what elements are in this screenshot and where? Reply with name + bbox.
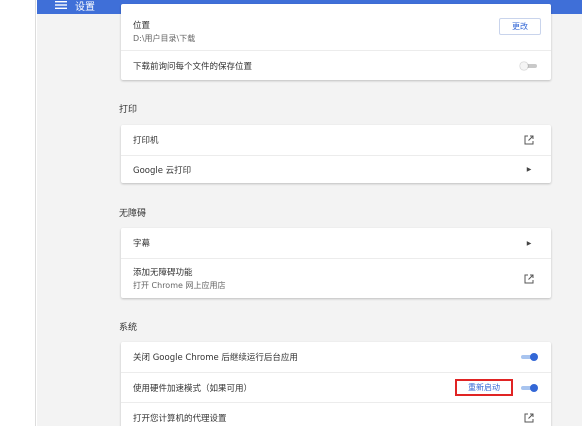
proxy-settings-label: 打开您计算机的代理设置 bbox=[133, 413, 227, 424]
chevron-right-icon: ▶ bbox=[526, 239, 532, 247]
chevron-right-icon: ▶ bbox=[526, 166, 532, 173]
printer-row[interactable]: 打印机 bbox=[121, 125, 551, 155]
change-location-button[interactable]: 更改 bbox=[499, 18, 541, 35]
system-card: 关闭 Google Chrome 后继续运行后台应用 使用硬件加速模式（如果可用… bbox=[121, 342, 551, 426]
download-location-row: 位置 D:\用户目录\下载 更改 bbox=[121, 4, 551, 50]
hardware-acceleration-row[interactable]: 使用硬件加速模式（如果可用） 重新启动 bbox=[121, 372, 551, 402]
accessibility-section-title: 无障碍 bbox=[119, 209, 147, 219]
cloud-print-row[interactable]: Google 云打印 ▶ bbox=[121, 155, 551, 183]
download-location-label: 位置 bbox=[133, 20, 151, 31]
external-link-icon[interactable] bbox=[524, 135, 534, 145]
menu-icon[interactable] bbox=[55, 0, 67, 10]
page-title: 设置 bbox=[75, 1, 95, 13]
download-card: 位置 D:\用户目录\下载 更改 下载前询问每个文件的保存位置 bbox=[121, 4, 551, 80]
add-accessibility-row[interactable]: 添加无障碍功能 打开 Chrome 网上应用店 bbox=[121, 258, 551, 298]
download-location-path: D:\用户目录\下载 bbox=[133, 33, 196, 43]
print-card: 打印机 Google 云打印 ▶ bbox=[121, 125, 551, 183]
print-section-title: 打印 bbox=[119, 105, 138, 115]
accessibility-card: 字幕 ▶ 添加无障碍功能 打开 Chrome 网上应用店 bbox=[121, 228, 551, 298]
relaunch-button[interactable]: 重新启动 bbox=[455, 379, 513, 396]
printer-label: 打印机 bbox=[133, 136, 159, 146]
ask-save-location-row[interactable]: 下载前询问每个文件的保存位置 bbox=[121, 50, 551, 80]
add-accessibility-sub: 打开 Chrome 网上应用店 bbox=[133, 281, 226, 290]
captions-row[interactable]: 字幕 ▶ bbox=[121, 228, 551, 258]
background-apps-toggle[interactable] bbox=[520, 353, 538, 361]
settings-main: 位置 D:\用户目录\下载 更改 下载前询问每个文件的保存位置 打印 打印机 G… bbox=[37, 4, 582, 426]
background-apps-label: 关闭 Google Chrome 后继续运行后台应用 bbox=[133, 353, 298, 363]
hardware-acceleration-toggle[interactable] bbox=[520, 383, 538, 392]
left-panel bbox=[0, 0, 36, 426]
cloud-print-label: Google 云打印 bbox=[133, 165, 192, 176]
captions-label: 字幕 bbox=[133, 239, 151, 249]
external-link-icon[interactable] bbox=[524, 274, 534, 284]
ask-save-location-toggle[interactable] bbox=[520, 61, 538, 70]
hardware-acceleration-label: 使用硬件加速模式（如果可用） bbox=[133, 383, 253, 394]
proxy-settings-row[interactable]: 打开您计算机的代理设置 bbox=[121, 402, 551, 426]
add-accessibility-label: 添加无障碍功能 bbox=[133, 268, 193, 278]
external-link-icon[interactable] bbox=[524, 413, 534, 423]
ask-save-location-label: 下载前询问每个文件的保存位置 bbox=[133, 61, 253, 72]
background-apps-row[interactable]: 关闭 Google Chrome 后继续运行后台应用 bbox=[121, 342, 551, 372]
system-section-title: 系统 bbox=[119, 323, 138, 333]
